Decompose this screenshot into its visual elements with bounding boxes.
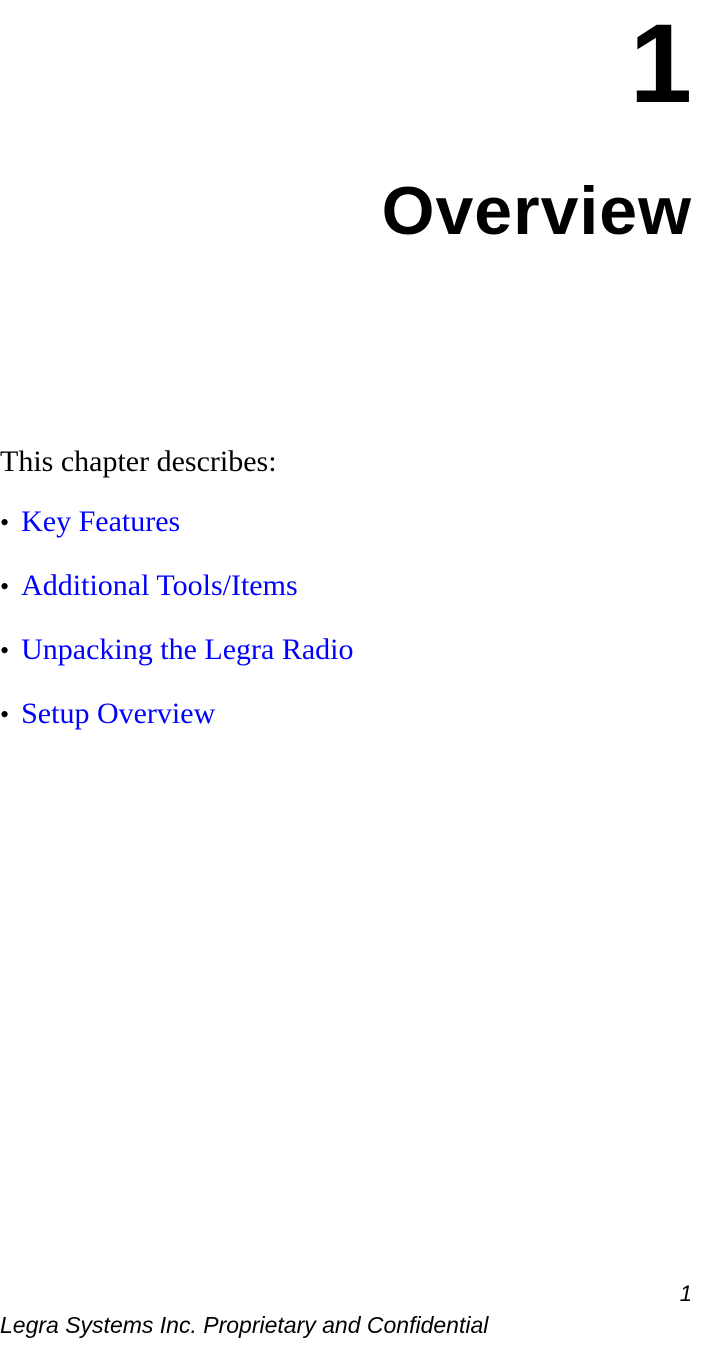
link-key-features[interactable]: Key Features <box>21 505 180 539</box>
page-number: 1 <box>680 1281 692 1307</box>
bullet-icon: • <box>0 700 9 730</box>
list-item: • Unpacking the Legra Radio <box>0 633 354 667</box>
chapter-title: Overview <box>382 172 692 250</box>
bullet-icon: • <box>0 636 9 666</box>
link-unpacking[interactable]: Unpacking the Legra Radio <box>21 633 353 667</box>
bullet-icon: • <box>0 508 9 538</box>
chapter-number: 1 <box>630 8 692 120</box>
bullet-icon: • <box>0 572 9 602</box>
link-additional-tools[interactable]: Additional Tools/Items <box>21 569 298 603</box>
list-item: • Setup Overview <box>0 697 354 731</box>
chapter-link-list: • Key Features • Additional Tools/Items … <box>0 505 354 761</box>
intro-text: This chapter describes: <box>0 445 277 479</box>
footer-confidential: Legra Systems Inc. Proprietary and Confi… <box>0 1312 488 1339</box>
link-setup-overview[interactable]: Setup Overview <box>21 697 215 731</box>
list-item: • Key Features <box>0 505 354 539</box>
list-item: • Additional Tools/Items <box>0 569 354 603</box>
